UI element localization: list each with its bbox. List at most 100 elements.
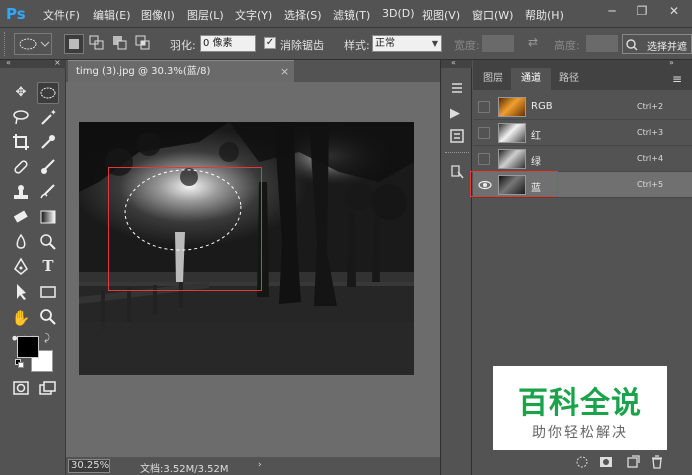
new-selection-button[interactable] [64, 34, 84, 54]
brush-tool-icon[interactable] [37, 157, 59, 179]
properties-panel-icon[interactable] [449, 128, 465, 144]
screen-mode-icon[interactable] [37, 378, 59, 400]
collapse-panel-icon[interactable]: » [669, 58, 674, 67]
height-input [586, 35, 618, 52]
channel-row-rgb[interactable]: RGB Ctrl+2 [473, 94, 692, 120]
tab-channels[interactable]: 通道 [511, 68, 551, 90]
chevron-down-icon: ▼ [431, 39, 438, 48]
tab-layers[interactable]: 图层 [477, 68, 509, 90]
clone-stamp-tool-icon[interactable] [10, 182, 32, 204]
menu-window[interactable]: 窗口(W) [472, 7, 513, 23]
watermark-title: 百科全说 [518, 386, 642, 421]
dock-header: « [441, 58, 472, 68]
watermark-subtitle: 助你轻松解决 [532, 425, 628, 441]
zoom-level-field[interactable]: 30.25% [68, 459, 110, 473]
save-selection-icon[interactable] [599, 455, 613, 469]
channel-visibility-toggle[interactable] [478, 153, 490, 165]
highlight-annotation-box [108, 167, 262, 291]
gradient-tool-icon[interactable] [37, 207, 59, 229]
blur-tool-icon[interactable] [10, 232, 32, 254]
healing-brush-tool-icon[interactable] [10, 157, 32, 179]
minimize-button[interactable]: ─ [600, 2, 624, 20]
menu-3d[interactable]: 3D(D) [382, 7, 415, 20]
select-and-mask-button[interactable]: 选择并遮 [622, 34, 692, 54]
panel-bottom-bar [473, 449, 692, 475]
menu-filter[interactable]: 滤镜(T) [333, 7, 370, 23]
panel-header: » [473, 58, 692, 68]
width-label: 宽度: [454, 39, 480, 52]
expand-dock-icon[interactable]: « [451, 58, 456, 67]
channel-thumbnail-rgb [498, 97, 526, 117]
pen-tool-icon[interactable] [10, 257, 32, 279]
status-bar: 30.25% 文档:3.52M/3.52M › [66, 457, 440, 475]
subtract-selection-button[interactable] [111, 34, 131, 54]
lasso-tool-icon[interactable] [10, 107, 32, 129]
magic-wand-tool-icon[interactable]: ✦ [37, 107, 59, 129]
panel-tabs: 图层 通道 路径 ≡ [473, 68, 692, 90]
tool-preset-picker[interactable] [14, 33, 52, 55]
panel-menu-icon[interactable]: ≡ [672, 72, 682, 86]
menu-layer[interactable]: 图层(L) [187, 7, 224, 23]
tools-panel-header: « × [0, 58, 66, 68]
channel-visibility-toggle[interactable] [478, 127, 490, 139]
elliptical-marquee-tool-icon[interactable] [37, 82, 59, 104]
close-tab-icon[interactable]: × [280, 61, 292, 83]
swap-colors-icon[interactable]: ⤸ [44, 333, 50, 344]
dock-divider [445, 152, 469, 154]
collapse-icon[interactable]: « [6, 58, 11, 67]
type-tool-icon[interactable]: T [37, 257, 59, 279]
menu-type[interactable]: 文字(Y) [235, 7, 272, 23]
channel-thumbnail-green [498, 149, 526, 169]
menu-edit[interactable]: 编辑(E) [93, 7, 131, 23]
add-selection-button[interactable] [88, 34, 108, 54]
history-brush-tool-icon[interactable] [37, 182, 59, 204]
trash-icon[interactable] [650, 455, 664, 469]
dodge-tool-icon[interactable] [37, 232, 59, 254]
style-select[interactable]: 正常 ▼ [372, 35, 442, 52]
photoshop-window: Ps 文件(F) 编辑(E) 图像(I) 图层(L) 文字(Y) 选择(S) 滤… [0, 0, 692, 475]
swap-dimensions-icon: ⇄ [528, 35, 539, 49]
channel-name-red: 红 [531, 131, 541, 142]
channel-thumbnail-red [498, 123, 526, 143]
foreground-color-swatch[interactable] [17, 336, 39, 358]
ps-logo: Ps [6, 5, 26, 23]
tab-paths[interactable]: 路径 [553, 68, 585, 90]
path-selection-tool-icon[interactable] [10, 282, 32, 304]
channel-row-red[interactable]: 红 Ctrl+3 [473, 120, 692, 146]
quick-mask-icon[interactable] [10, 378, 32, 400]
load-selection-icon[interactable] [575, 455, 589, 469]
feather-input[interactable]: 0 像素 [200, 35, 256, 52]
new-channel-icon[interactable] [626, 455, 640, 469]
antialias-checkbox[interactable]: ✓ [264, 37, 276, 49]
crop-tool-icon[interactable] [10, 132, 32, 154]
eyedropper-tool-icon[interactable] [37, 132, 59, 154]
status-menu-arrow-icon[interactable]: › [258, 460, 262, 470]
close-panel-icon[interactable]: × [54, 58, 61, 67]
channel-row-green[interactable]: 绿 Ctrl+4 [473, 146, 692, 172]
move-tool-icon[interactable]: ✥ [10, 82, 32, 104]
tools-panel: « × ✥ ✦ T ✋ ••• ⤸ [0, 58, 66, 475]
channel-visibility-toggle[interactable] [478, 101, 490, 113]
menu-file[interactable]: 文件(F) [43, 7, 80, 23]
menu-image[interactable]: 图像(I) [141, 7, 175, 23]
restore-button[interactable]: ❐ [630, 2, 654, 20]
actions-play-icon[interactable]: ▶ [450, 106, 460, 121]
menu-select[interactable]: 选择(S) [284, 7, 322, 23]
menu-help[interactable]: 帮助(H) [525, 7, 564, 23]
zoom-tool-icon[interactable] [37, 307, 59, 329]
close-window-button[interactable]: ✕ [662, 2, 686, 20]
adjustments-panel-icon[interactable] [449, 164, 465, 180]
default-colors-icon[interactable] [15, 359, 25, 369]
eraser-tool-icon[interactable] [10, 207, 32, 229]
history-panel-icon[interactable] [449, 80, 465, 96]
intersect-selection-button[interactable] [134, 34, 154, 54]
options-bar: 羽化: 0 像素 ✓ 消除锯齿 样式: 正常 ▼ 宽度: ⇄ 高度: 选择并遮 [0, 28, 692, 60]
hand-tool-icon[interactable]: ✋ [10, 307, 32, 329]
collapsed-panel-dock: « ▶ [440, 58, 472, 475]
menu-view[interactable]: 视图(V) [422, 7, 460, 23]
rectangle-tool-icon[interactable] [37, 282, 59, 304]
svg-text:✦: ✦ [50, 108, 57, 117]
watermark: 百科全说 助你轻松解决 [493, 366, 667, 450]
subtract-selection-icon [113, 36, 127, 50]
document-tab[interactable]: timg (3).jpg @ 30.3%(蓝/8) × [68, 60, 294, 82]
